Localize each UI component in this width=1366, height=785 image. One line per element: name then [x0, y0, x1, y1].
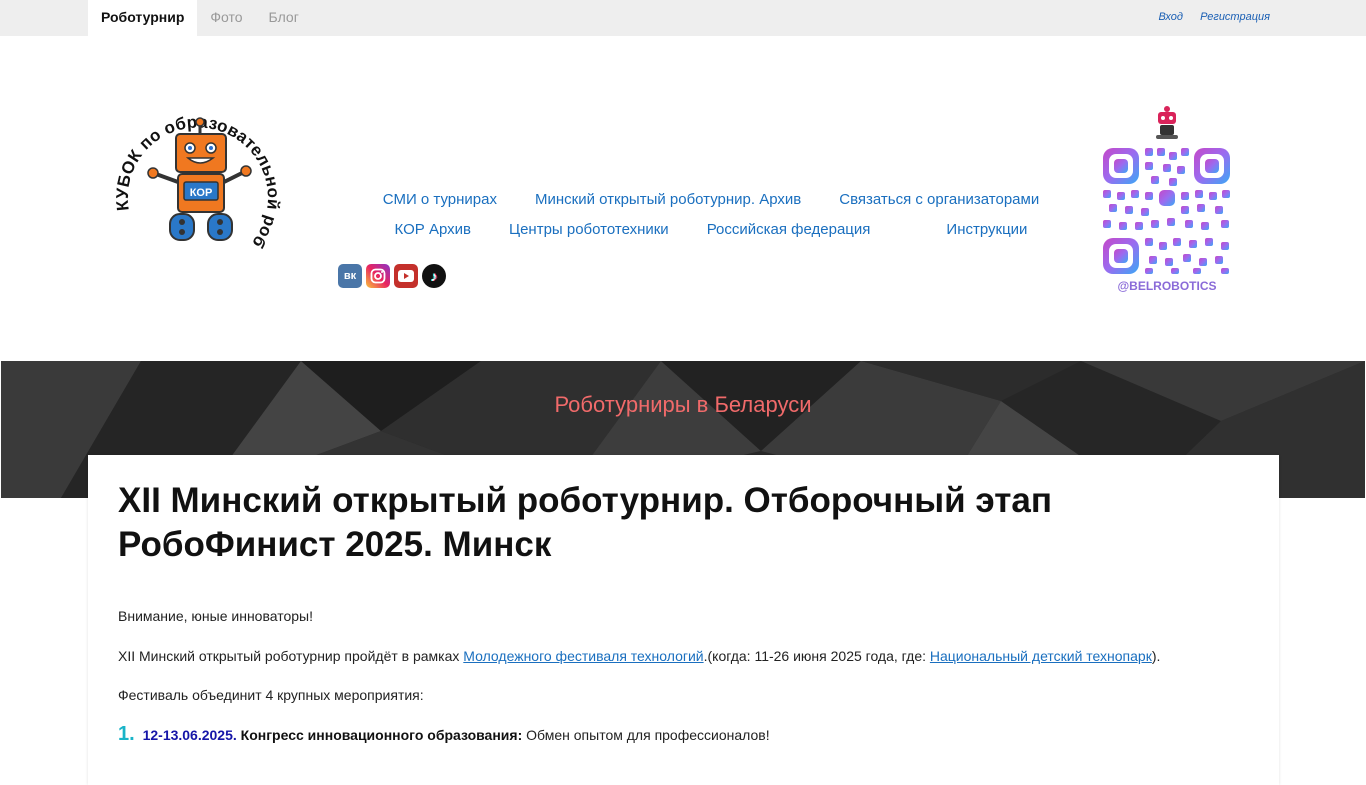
paragraph-text-middle: .(когда: 11-26 июня 2025 года, где: — [703, 648, 930, 664]
login-link[interactable]: Вход — [1158, 11, 1183, 23]
menu-item-media[interactable]: СМИ о турнирах — [383, 188, 497, 218]
top-nav: Роботурнир Фото Блог — [88, 0, 312, 36]
article-paragraph-events: Фестиваль объединит 4 крупных мероприяти… — [118, 687, 424, 703]
article-title: XII Минский открытый роботурнир. Отбороч… — [118, 481, 1052, 564]
tiktok-icon[interactable]: ♪ — [422, 264, 446, 288]
youtube-icon[interactable] — [394, 264, 418, 288]
social-links: вк ♪ — [338, 264, 446, 288]
main-menu-row-2: КОР Архив Центры робототехники Российска… — [356, 218, 1066, 248]
qr-code-image: @BELROBOTICS — [1103, 106, 1230, 293]
instagram-glyph — [370, 268, 386, 284]
tab-blog[interactable]: Блог — [256, 0, 312, 36]
list-item-desc: Обмен опытом для профессионалов! — [526, 727, 770, 743]
main-menu-row-1: СМИ о турнирах Минский открытый роботурн… — [356, 188, 1066, 218]
main-menu: СМИ о турнирах Минский открытый роботурн… — [356, 188, 1066, 248]
tab-robotournament[interactable]: Роботурнир — [88, 0, 198, 36]
register-link[interactable]: Регистрация — [1200, 11, 1270, 23]
tab-photo[interactable]: Фото — [197, 0, 255, 36]
vk-glyph: вк — [343, 270, 357, 282]
qr-code[interactable]: @BELROBOTICS — [1100, 103, 1234, 295]
technopark-link[interactable]: Национальный детский технопарк — [930, 648, 1152, 664]
festival-link[interactable]: Молодежного фестиваля технологий — [463, 648, 703, 664]
menu-item-minsk-archive[interactable]: Минский открытый роботурнир. Архив — [535, 188, 801, 218]
menu-item-russian-federation[interactable]: Российская федерация — [707, 218, 871, 248]
site-logo[interactable]: КУБОК по образовательной робототехнике К… — [107, 77, 286, 270]
logo-robot-emblem: КУБОК по образовательной робототехнике К… — [107, 77, 283, 252]
vk-icon[interactable]: вк — [338, 264, 362, 288]
logo-robot-label: КОР — [190, 187, 213, 199]
menu-item-instructions[interactable]: Инструкции — [946, 218, 1027, 248]
list-item-number: 1. — [118, 723, 135, 745]
paragraph-text-after: ). — [1151, 648, 1161, 664]
article-intro: Внимание, юные инноваторы! — [118, 608, 313, 624]
user-links: Вход Регистрация — [1144, 0, 1270, 36]
menu-item-kor-archive[interactable]: КОР Архив — [395, 218, 471, 248]
article-card: XII Минский открытый роботурнир. Отбороч… — [88, 455, 1279, 785]
article-paragraph-festival: XII Минский открытый роботурнир пройдёт … — [118, 648, 1160, 664]
list-item-name: Конгресс инновационного образования: — [240, 727, 523, 743]
paragraph-text-before: XII Минский открытый роботурнир пройдёт … — [118, 648, 464, 664]
youtube-glyph — [398, 270, 414, 282]
menu-item-contact-organizers[interactable]: Связаться с организаторами — [839, 188, 1039, 218]
menu-item-robotics-centers[interactable]: Центры робототехники — [509, 218, 669, 248]
tiktok-glyph: ♪ — [430, 268, 438, 284]
banner-title: Роботурниры в Беларуси — [554, 392, 812, 417]
list-item-date: 12-13.06.2025. — [142, 727, 237, 743]
qr-handle: @BELROBOTICS — [1117, 279, 1216, 293]
instagram-icon[interactable] — [366, 264, 390, 288]
list-item: 1. 12-13.06.2025. Конгресс инновационног… — [118, 723, 770, 746]
